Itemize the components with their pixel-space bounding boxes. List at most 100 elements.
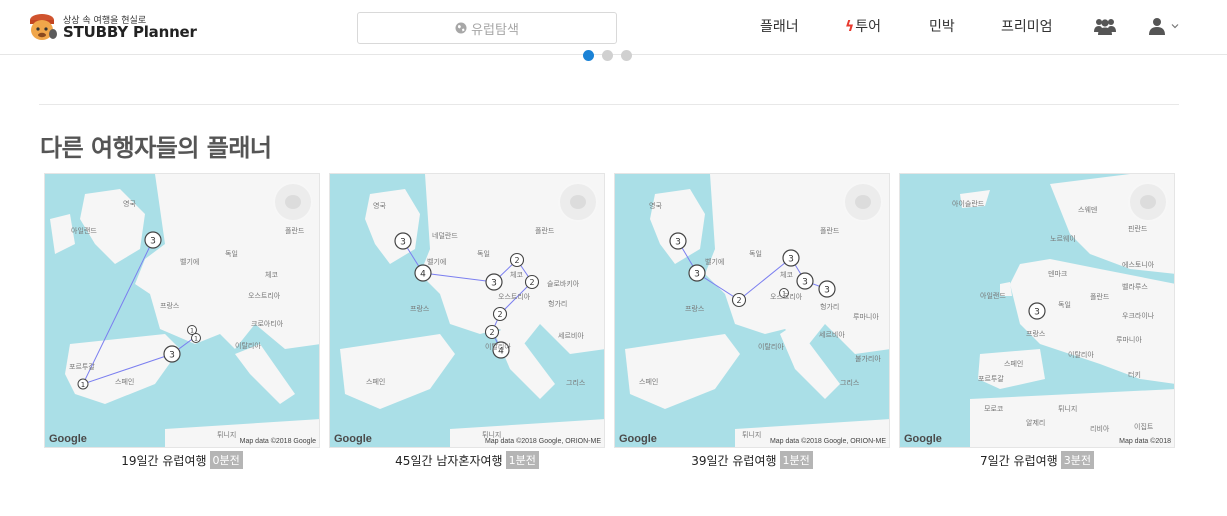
avatar [558,182,598,222]
planner-card-4[interactable]: 3 아이슬란드 스웨덴 핀란드 노르웨이 에스토니아 덴마크 벨라루스 아일랜드… [899,173,1175,469]
section-title: 다른 여행자들의 플래너 [40,134,272,162]
avatar [843,182,883,222]
nav-tour[interactable]: ϟ투어 [845,16,881,36]
community-button[interactable] [1094,14,1116,38]
google-logo: Google [904,433,942,445]
top-header: 상상 속 여행을 현실로 STUBBY Planner 유럽탐색 플래너 ϟ투어… [0,0,1227,55]
svg-text:3: 3 [802,278,808,288]
planner-card-2[interactable]: 3 4 3 2 2 2 2 4 영국 네덜란드 벨기에 독일 폴란드 체코 슬로… [329,173,605,469]
route-map[interactable]: 3 아이슬란드 스웨덴 핀란드 노르웨이 에스토니아 덴마크 벨라루스 아일랜드… [899,173,1175,448]
svg-text:2: 2 [736,296,741,305]
map-label: 스페인 [1004,361,1024,368]
card-caption[interactable]: 7일간 유럽여행 3분전 [899,451,1175,469]
map-label: 노르웨이 [1050,236,1076,243]
map-label: 폴란드 [820,228,840,235]
map-label: 오스트리아 [770,294,803,301]
map-label: 프랑스 [410,306,430,313]
map-label: 프랑스 [1026,331,1046,338]
map-credit: Map data ©2018 Google, ORION-ME [484,438,601,445]
map-label: 그리스 [840,380,860,387]
map-label: 슬로바키아 [547,281,580,288]
card-title: 19일간 유럽여행 [121,454,207,468]
map-label: 포르투갈 [69,364,95,371]
svg-text:3: 3 [694,270,700,280]
map-label: 모로코 [984,406,1004,413]
map-label: 스페인 [366,379,386,386]
map-label: 그리스 [566,380,586,387]
route-map[interactable]: 3 4 3 2 2 2 2 4 영국 네덜란드 벨기에 독일 폴란드 체코 슬로… [329,173,605,448]
svg-text:2: 2 [497,310,502,319]
map-label: 헝가리 [548,301,568,308]
map-label: 아이슬란드 [952,201,985,208]
avatar [273,182,313,222]
time-badge: 0분전 [209,451,243,469]
nav-premium-label: 프리미엄 [1001,19,1053,35]
planner-card-1[interactable]: 3 1 1 3 1 영국 아일랜드 벨기에 독일 폴란드 체코 오스트리아 프랑… [44,173,320,469]
map-label: 프랑스 [160,303,180,310]
map-label: 벨기에 [427,259,447,266]
card-title: 7일간 유럽여행 [980,454,1058,468]
map-credit: Map data ©2018 Google, ORION-ME [769,438,886,445]
time-badge: 1분전 [779,451,813,469]
map-label: 체코 [265,272,278,279]
nav-minbak-label: 민박 [929,19,955,35]
carousel-dot-3[interactable] [621,50,632,61]
map-label: 튀니지 [1058,406,1078,413]
map-label: 영국 [123,201,136,208]
account-menu-button[interactable] [1148,14,1180,38]
carousel-dot-2[interactable] [602,50,613,61]
nav-minbak[interactable]: 민박 [929,16,955,36]
svg-text:1: 1 [194,336,198,343]
map-label: 리비아 [1090,426,1110,433]
google-logo: Google [334,433,372,445]
section-divider [39,104,1179,105]
card-caption[interactable]: 39일간 유럽여행 1분전 [614,451,890,469]
route-map[interactable]: 3 1 1 3 1 영국 아일랜드 벨기에 독일 폴란드 체코 오스트리아 프랑… [44,173,320,448]
map-label: 이탈리아 [485,344,511,351]
map-label: 불가리아 [855,356,881,363]
svg-text:2: 2 [529,278,534,287]
map-label: 오스트리아 [248,293,281,300]
bolt-icon: ϟ [845,19,855,35]
map-label: 체코 [510,272,523,279]
user-icon [1149,18,1165,35]
planner-card-3[interactable]: 3 3 2 3 3 3 1 영국 벨기에 독일 폴란드 체코 오스트리아 헝가리… [614,173,890,469]
stubby-mascot-icon [30,14,57,40]
nav-premium[interactable]: 프리미엄 [1001,16,1053,36]
svg-text:1: 1 [81,381,85,389]
globe-icon [455,22,467,34]
map-label: 에스토니아 [1122,262,1155,269]
map-label: 이탈리아 [1068,352,1094,359]
map-label: 프랑스 [685,306,705,313]
card-title: 39일간 유럽여행 [691,454,777,468]
logo[interactable]: 상상 속 여행을 현실로 STUBBY Planner [27,10,197,44]
svg-text:3: 3 [824,286,830,296]
map-label: 루마니아 [853,314,879,321]
map-label: 이집트 [1134,424,1154,431]
svg-text:2: 2 [514,256,519,265]
svg-text:3: 3 [400,238,406,248]
map-label: 세르비아 [558,333,584,340]
map-label: 폴란드 [285,228,305,235]
map-label: 우크라이나 [1122,313,1155,320]
logo-name: STUBBY Planner [63,23,197,41]
search-input[interactable]: 유럽탐색 [357,12,617,44]
card-caption[interactable]: 45일간 남자혼자여행 1분전 [329,451,605,469]
map-label: 세르비아 [819,332,845,339]
svg-text:3: 3 [675,238,681,248]
card-caption[interactable]: 19일간 유럽여행 0분전 [44,451,320,469]
map-label: 아일랜드 [980,293,1006,300]
svg-text:1: 1 [190,328,194,335]
map-label: 스웨덴 [1078,207,1098,214]
map-label: 벨기에 [705,259,725,266]
svg-text:2: 2 [489,328,494,337]
map-label: 폴란드 [535,228,555,235]
google-logo: Google [619,433,657,445]
map-label: 폴란드 [1090,294,1110,301]
map-label: 독일 [477,251,490,258]
route-map[interactable]: 3 3 2 3 3 3 1 영국 벨기에 독일 폴란드 체코 오스트리아 헝가리… [614,173,890,448]
nav-planner[interactable]: 플래너 [760,16,799,36]
google-logo: Google [49,433,87,445]
svg-text:3: 3 [169,351,175,361]
carousel-dot-1[interactable] [583,50,594,61]
